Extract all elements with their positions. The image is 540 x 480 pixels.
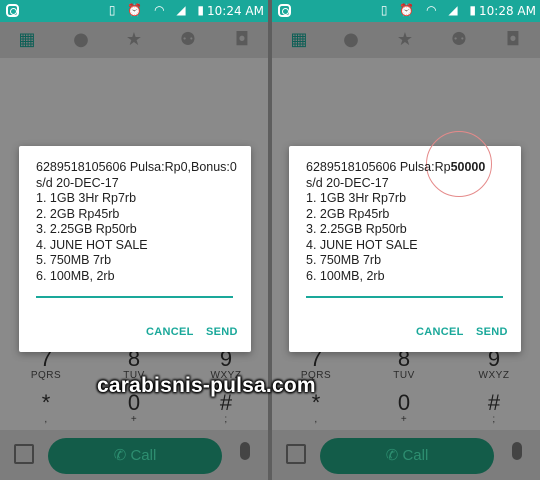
favorites-tab-icon[interactable]: ★ xyxy=(122,28,146,52)
mic-icon[interactable] xyxy=(512,442,522,460)
dial-key-8[interactable]: 8 TUV xyxy=(374,348,434,382)
message-line: 2. 2GB Rp45rb xyxy=(306,206,390,221)
cancel-button[interactable]: CANCEL xyxy=(146,326,194,338)
send-button[interactable]: SEND xyxy=(206,326,238,338)
dial-key-9[interactable]: 9 WXYZ xyxy=(464,348,524,382)
instagram-icon xyxy=(278,4,291,17)
message-line: 6289518105606 Pulsa:Rp0,Bonus:0 xyxy=(36,160,237,174)
message-line: s/d 20-DEC-17 xyxy=(306,175,389,190)
dialpad-tab-icon[interactable]: ▦ xyxy=(15,28,39,52)
groups-tab-icon[interactable]: ⚉ xyxy=(447,28,471,52)
dialpad-toggle-icon[interactable] xyxy=(286,444,306,464)
reply-input[interactable] xyxy=(36,296,233,298)
right-screen: ▯ ⏰ ◠ ◢ ▮ 10:28 AM ▦ ● ★ ⚉ ◘ 7 PQRS 8 TUV … xyxy=(272,0,540,480)
call-button[interactable]: ✆ Call xyxy=(48,438,222,474)
message-line: 4. JUNE HOT SALE xyxy=(306,237,418,252)
ussd-message: 6289518105606 Pulsa:Rp0,Bonus:0 s/d 20-D… xyxy=(36,160,246,284)
reply-input[interactable] xyxy=(306,296,503,298)
call-label: Call xyxy=(130,447,157,464)
dial-key-7[interactable]: 7 PQRS xyxy=(16,348,76,382)
message-line: 4. JUNE HOT SALE xyxy=(36,237,148,252)
mic-icon[interactable] xyxy=(240,442,250,460)
dial-key-hash[interactable]: #; xyxy=(464,392,524,426)
message-line: 6. 100MB, 2rb xyxy=(36,268,115,283)
dialpad-tab-icon[interactable]: ▦ xyxy=(287,28,311,52)
balance-value: 50000 xyxy=(450,160,486,174)
phone-icon: ✆ xyxy=(385,447,399,464)
status-bar: ▯ ⏰ ◠ ◢ ▮ 10:24 AM xyxy=(0,0,268,22)
message-line: 2. 2GB Rp45rb xyxy=(36,206,120,221)
call-button[interactable]: ✆ Call xyxy=(320,438,494,474)
contact-tab-icon[interactable]: ● xyxy=(69,28,93,52)
message-line: 5. 750MB 7rb xyxy=(306,253,382,267)
groups-tab-icon[interactable]: ⚉ xyxy=(176,28,200,52)
status-time: 10:28 AM xyxy=(479,4,536,18)
contact-tab-icon[interactable]: ● xyxy=(339,28,363,52)
call-bar: ✆ Call xyxy=(0,430,268,480)
message-line: 6. 100MB, 2rb xyxy=(306,268,385,283)
message-line: s/d 20-DEC-17 xyxy=(36,175,119,190)
phone-icon: ✆ xyxy=(113,447,127,464)
status-bar: ▯ ⏰ ◠ ◢ ▮ 10:28 AM xyxy=(272,0,540,22)
message-line: 6289518105606 Pulsa:Rp50000 xyxy=(306,160,516,176)
status-time: 10:24 AM xyxy=(207,4,264,18)
status-icons: ▯ ⏰ ◠ ◢ ▮ xyxy=(108,3,208,17)
left-screen: ▯ ⏰ ◠ ◢ ▮ 10:24 AM ▦ ● ★ ⚉ ◘ 7 PQRS 8 TUV … xyxy=(0,0,268,480)
blocked-tab-icon[interactable]: ◘ xyxy=(501,28,525,52)
message-line: 1. 1GB 3Hr Rp7rb xyxy=(306,191,407,205)
call-label: Call xyxy=(402,447,429,464)
instagram-icon xyxy=(6,4,19,17)
message-line: 3. 2.25GB Rp50rb xyxy=(306,222,407,236)
balance-prefix: 6289518105606 Pulsa:Rp xyxy=(306,160,451,174)
message-line: 3. 2.25GB Rp50rb xyxy=(36,222,137,236)
cancel-button[interactable]: CANCEL xyxy=(416,326,464,338)
status-icons: ▯ ⏰ ◠ ◢ ▮ xyxy=(380,3,480,17)
dialpad-toggle-icon[interactable] xyxy=(14,444,34,464)
dial-key-0[interactable]: 0 + xyxy=(374,392,434,426)
message-line: 1. 1GB 3Hr Rp7rb xyxy=(36,191,137,205)
send-button[interactable]: SEND xyxy=(476,326,508,338)
blocked-tab-icon[interactable]: ◘ xyxy=(230,28,254,52)
dial-key-star[interactable]: *, xyxy=(16,392,76,426)
message-line: 5. 750MB 7rb xyxy=(36,253,112,267)
favorites-tab-icon[interactable]: ★ xyxy=(393,28,417,52)
tab-bar: ▦ ● ★ ⚉ ◘ xyxy=(0,22,268,58)
call-bar: ✆ Call xyxy=(272,430,540,480)
ussd-message: 6289518105606 Pulsa:Rp50000 s/d 20-DEC-1… xyxy=(306,160,516,284)
ussd-dialog: 6289518105606 Pulsa:Rp50000 s/d 20-DEC-1… xyxy=(289,131,521,352)
tab-bar: ▦ ● ★ ⚉ ◘ xyxy=(272,22,540,58)
watermark-text: carabisnis-pulsa.com xyxy=(97,374,316,397)
ussd-dialog: 6289518105606 Pulsa:Rp0,Bonus:0 s/d 20-D… xyxy=(19,146,251,352)
